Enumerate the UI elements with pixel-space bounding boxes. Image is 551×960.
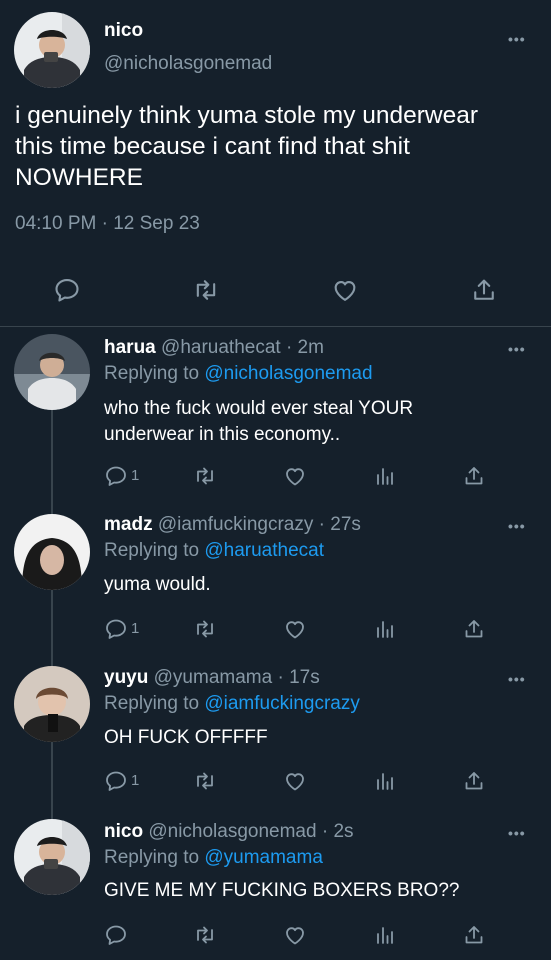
share-icon[interactable] — [470, 276, 498, 304]
reply-header: harua @haruathecat · 2m — [104, 337, 324, 359]
views-icon[interactable] — [373, 923, 397, 947]
replying-to-label: Replying to — [104, 693, 200, 714]
replying-to-link[interactable]: @nicholasgonemad — [204, 363, 372, 384]
reply-header: nico @nicholasgonemad · 2s — [104, 821, 354, 843]
reply-count: 1 — [131, 467, 140, 484]
reply-icon[interactable] — [104, 923, 128, 947]
tweet-text: i genuinely think yuma stole my underwea… — [15, 100, 545, 193]
reply-time[interactable]: · 17s — [277, 667, 319, 688]
more-options-icon[interactable]: ••• — [508, 32, 526, 46]
author-display-name[interactable]: nico — [104, 20, 143, 42]
reply-text-line: who the fuck would ever steal YOUR — [104, 398, 414, 419]
tweet-timestamp: 04:10 PM · 12 Sep 23 — [15, 213, 200, 234]
views-icon[interactable] — [373, 617, 397, 641]
reply-display-name[interactable]: harua — [104, 337, 156, 358]
replying-to-label: Replying to — [104, 847, 200, 868]
author-handle[interactable]: @nicholasgonemad — [104, 53, 272, 75]
replying-to: Replying to @nicholasgonemad — [104, 363, 373, 385]
share-icon[interactable] — [462, 923, 486, 947]
thread-line — [51, 742, 53, 819]
replying-to-label: Replying to — [104, 363, 200, 384]
reply-text: OH FUCK OFFFFF — [104, 727, 268, 748]
reply-count: 1 — [131, 772, 140, 789]
more-options-icon[interactable]: ••• — [508, 342, 526, 356]
replying-to: Replying to @yumamama — [104, 847, 323, 869]
reply-text: yuma would. — [104, 574, 211, 595]
reply-handle[interactable]: @nicholasgonemad — [148, 821, 316, 842]
replying-to: Replying to @haruathecat — [104, 540, 324, 562]
reply-display-name[interactable]: yuyu — [104, 667, 148, 688]
reply-header: yuyu @yumamama · 17s — [104, 667, 320, 689]
reply-text: GIVE ME MY FUCKING BOXERS BRO?? — [104, 880, 460, 901]
like-icon[interactable] — [283, 617, 307, 641]
reply-time[interactable]: · 2s — [322, 821, 354, 842]
retweet-icon[interactable] — [193, 923, 217, 947]
reply-avatar[interactable] — [14, 334, 90, 410]
retweet-icon[interactable] — [193, 617, 217, 641]
tweet-text-line: i genuinely think yuma stole my underwea… — [15, 102, 479, 129]
tweet-text-line: this time because i cant find that shit — [15, 133, 410, 160]
reply-handle[interactable]: @iamfuckingcrazy — [158, 514, 314, 535]
replying-to-link[interactable]: @iamfuckingcrazy — [204, 693, 360, 714]
thread-line — [51, 408, 53, 514]
replying-to: Replying to @iamfuckingcrazy — [104, 693, 360, 715]
reply-handle[interactable]: @haruathecat — [161, 337, 281, 358]
like-icon[interactable] — [283, 923, 307, 947]
divider — [0, 326, 551, 327]
reply-avatar[interactable] — [14, 514, 90, 590]
like-icon[interactable] — [331, 276, 359, 304]
reply-text-line: underwear in this economy.. — [104, 424, 341, 445]
reply-avatar[interactable] — [14, 666, 90, 742]
reply-icon[interactable] — [53, 276, 81, 304]
replying-to-label: Replying to — [104, 540, 200, 561]
reply-handle[interactable]: @yumamama — [154, 667, 273, 688]
reply-display-name[interactable]: madz — [104, 514, 153, 535]
share-icon[interactable] — [462, 769, 486, 793]
reply-time[interactable]: · 2m — [286, 337, 324, 358]
reply-text: who the fuck would ever steal YOUR under… — [104, 396, 413, 448]
more-options-icon[interactable]: ••• — [508, 519, 526, 533]
like-icon[interactable] — [283, 769, 307, 793]
retweet-icon[interactable] — [193, 464, 217, 488]
reply-header: madz @iamfuckingcrazy · 27s — [104, 514, 361, 536]
like-icon[interactable] — [283, 464, 307, 488]
tweet-text-line: NOWHERE — [15, 164, 143, 191]
reply-icon[interactable] — [104, 769, 128, 793]
share-icon[interactable] — [462, 617, 486, 641]
views-icon[interactable] — [373, 769, 397, 793]
more-options-icon[interactable]: ••• — [508, 672, 526, 686]
more-options-icon[interactable]: ••• — [508, 826, 526, 840]
retweet-icon[interactable] — [192, 276, 220, 304]
author-avatar[interactable] — [14, 12, 90, 88]
reply-time[interactable]: · 27s — [319, 514, 361, 535]
replying-to-link[interactable]: @haruathecat — [204, 540, 324, 561]
reply-display-name[interactable]: nico — [104, 821, 143, 842]
thread-line — [51, 590, 53, 666]
views-icon[interactable] — [373, 464, 397, 488]
reply-avatar[interactable] — [14, 819, 90, 895]
retweet-icon[interactable] — [193, 769, 217, 793]
replying-to-link[interactable]: @yumamama — [204, 847, 323, 868]
reply-count: 1 — [131, 620, 140, 637]
share-icon[interactable] — [462, 464, 486, 488]
reply-icon[interactable] — [104, 464, 128, 488]
reply-icon[interactable] — [104, 617, 128, 641]
